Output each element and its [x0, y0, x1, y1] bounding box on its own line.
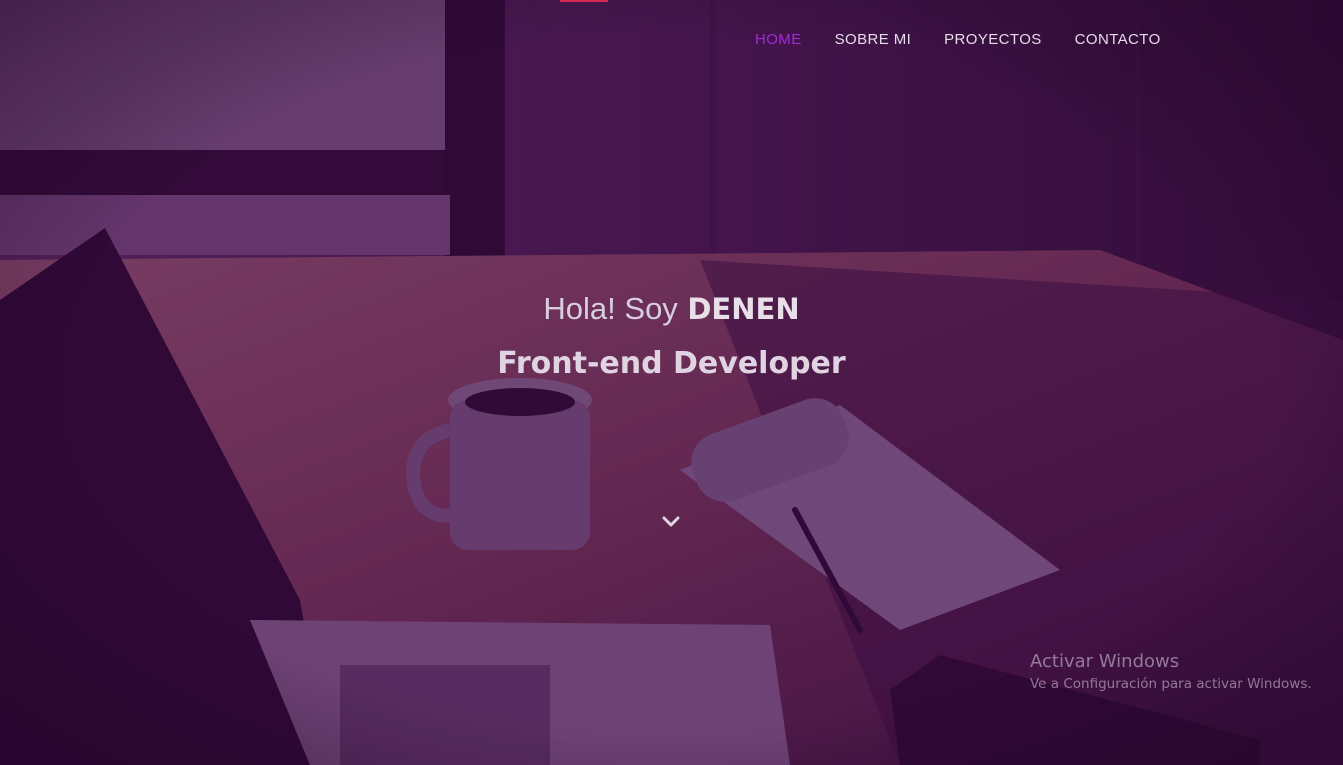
nav-home[interactable]: HOME — [755, 30, 802, 50]
greeting-text: Hola! Soy — [543, 291, 678, 326]
nav-proyectos[interactable]: PROYECTOS — [944, 30, 1042, 50]
hero-name: DENEN — [687, 292, 800, 326]
watermark-subtitle: Ve a Configuración para activar Windows. — [1030, 676, 1312, 692]
hero-role: Front-end Developer — [497, 346, 846, 381]
top-accent-bar — [560, 0, 608, 2]
scroll-down-button[interactable] — [661, 512, 681, 532]
hero-greeting: Hola! Soy DENEN — [0, 289, 1343, 330]
windows-activation-watermark: Activar Windows Ve a Configuración para … — [1030, 651, 1312, 693]
main-nav: HOME SOBRE MI PROYECTOS CONTACTO — [755, 30, 1194, 50]
chevron-down-icon — [662, 516, 680, 527]
nav-sobre-mi[interactable]: SOBRE MI — [835, 30, 912, 50]
nav-contacto[interactable]: CONTACTO — [1075, 30, 1161, 50]
watermark-title: Activar Windows — [1030, 651, 1180, 672]
